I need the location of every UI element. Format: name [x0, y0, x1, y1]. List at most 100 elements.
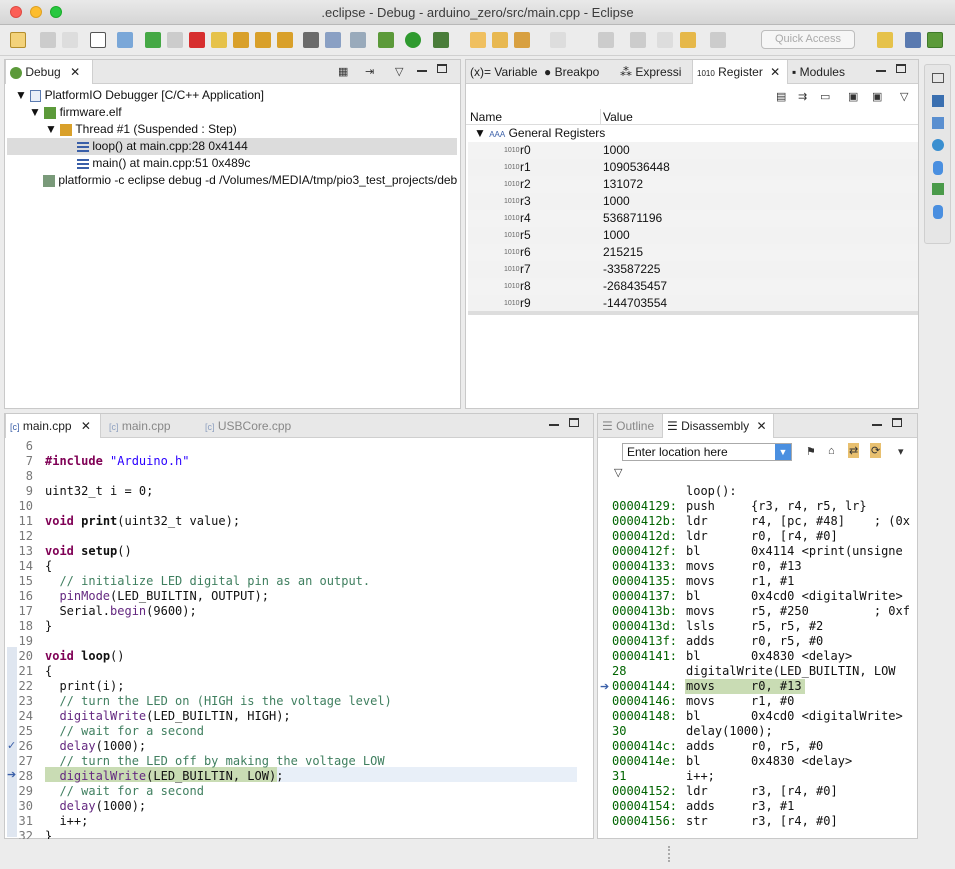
- new-icon[interactable]: [10, 32, 26, 48]
- close-icon[interactable]: ✕: [81, 419, 91, 433]
- tab-expressions[interactable]: ⁂ Expressi: [616, 60, 690, 84]
- minimize-view-button[interactable]: [872, 424, 882, 426]
- sync-icon[interactable]: ⇄: [848, 443, 860, 458]
- remove-terminated-icon[interactable]: ▦: [338, 65, 348, 78]
- use-step-filters-icon[interactable]: [350, 32, 366, 48]
- debug-icon[interactable]: [378, 32, 394, 48]
- register-row[interactable]: 1010 r7 -33587225: [468, 261, 918, 278]
- tree-item-frame-main[interactable]: main() at main.cpp:51 0x489c: [7, 155, 250, 172]
- maximize-view-button[interactable]: [896, 64, 906, 73]
- restore-icon[interactable]: [932, 73, 944, 83]
- register-value[interactable]: 1000: [603, 193, 630, 210]
- tree-item-thread[interactable]: ▼ Thread #1 (Suspended : Step): [45, 121, 237, 138]
- tab-debug[interactable]: Debug ✕: [5, 60, 93, 84]
- tree-item-firmware[interactable]: ▼ firmware.elf: [29, 104, 122, 121]
- register-value[interactable]: 1000: [603, 227, 630, 244]
- maximize-view-button[interactable]: [569, 418, 579, 427]
- tree-item-frame-loop[interactable]: loop() at main.cpp:28 0x4144: [7, 138, 457, 155]
- terminate-icon[interactable]: [189, 32, 205, 48]
- home-icon[interactable]: ⌂: [828, 445, 835, 457]
- close-icon[interactable]: ✕: [756, 419, 766, 433]
- tab-disassembly[interactable]: ☰ Disassembly ✕: [662, 414, 774, 438]
- external-tools-icon[interactable]: [433, 32, 449, 48]
- maximize-view-button[interactable]: [437, 64, 447, 73]
- previous-annotation-icon[interactable]: [630, 32, 646, 48]
- tab-main-cpp[interactable]: [c] main.cpp: [105, 414, 195, 438]
- instruction-step-icon[interactable]: [303, 32, 319, 48]
- refresh-icon[interactable]: ⟳: [870, 443, 882, 458]
- next-annotation-icon[interactable]: [598, 32, 614, 48]
- save-all-icon[interactable]: [62, 32, 78, 48]
- memory-icon[interactable]: [933, 161, 943, 175]
- cpp-perspective-icon[interactable]: [905, 32, 921, 48]
- drop-to-frame-icon[interactable]: [325, 32, 341, 48]
- register-value[interactable]: 215215: [603, 244, 643, 261]
- minimize-view-button[interactable]: [417, 70, 427, 72]
- layout-icon[interactable]: ▭: [820, 90, 830, 103]
- back-icon[interactable]: [680, 32, 696, 48]
- last-edit-icon[interactable]: [657, 32, 673, 48]
- register-value[interactable]: 1090536448: [603, 159, 670, 176]
- register-row[interactable]: 1010 r0 1000: [468, 142, 918, 159]
- run-icon[interactable]: [405, 32, 421, 48]
- add-register-group-icon[interactable]: ⇉: [798, 90, 807, 103]
- binary-icon[interactable]: [90, 32, 106, 48]
- progress-icon[interactable]: [932, 139, 944, 151]
- tree-item-debugger[interactable]: ▼ PlatformIO Debugger [C/C++ Application…: [15, 87, 264, 104]
- disassembly-listing[interactable]: loop(): 00004129: push {r3, r4, r5, lr} 000…: [598, 484, 917, 838]
- register-value[interactable]: 536871196: [603, 210, 662, 227]
- tasks-icon[interactable]: [932, 117, 944, 129]
- view-menu-icon[interactable]: ▽: [395, 65, 403, 78]
- register-row[interactable]: 1010 r9 -144703554: [468, 295, 918, 312]
- column-name[interactable]: Name: [470, 110, 502, 124]
- pin-icon[interactable]: ▣: [872, 90, 882, 103]
- tab-usbcore-cpp[interactable]: [c] USBCore.cpp: [201, 414, 311, 438]
- register-value[interactable]: -33587225: [603, 261, 660, 278]
- register-row[interactable]: 1010 r4 536871196: [468, 210, 918, 227]
- view-menu-icon[interactable]: ▾: [898, 445, 904, 458]
- register-group[interactable]: ▼ AAA General Registers: [474, 125, 605, 142]
- tab-registers[interactable]: 1010 Register ✕: [692, 60, 788, 84]
- register-row[interactable]: 1010 r5 1000: [468, 227, 918, 244]
- register-row[interactable]: 1010 r6 215215: [468, 244, 918, 261]
- register-value[interactable]: -144703554: [603, 295, 667, 312]
- register-value[interactable]: 131072: [603, 176, 643, 193]
- register-value[interactable]: -268435457: [603, 278, 667, 295]
- step-filter-icon[interactable]: ⇥: [365, 65, 374, 78]
- tab-outline[interactable]: ☰ Outline: [598, 414, 662, 438]
- register-row[interactable]: 1010 r8 -268435457: [468, 278, 918, 295]
- save-icon[interactable]: [40, 32, 56, 48]
- status-bar-handle[interactable]: [668, 846, 671, 862]
- new-view-icon[interactable]: ▣: [848, 90, 858, 103]
- open-perspective-icon[interactable]: [877, 32, 893, 48]
- minimize-view-button[interactable]: [549, 424, 559, 426]
- register-value[interactable]: 1000: [603, 142, 630, 159]
- close-icon[interactable]: ✕: [770, 65, 780, 79]
- step-return-icon[interactable]: [277, 32, 293, 48]
- register-row[interactable]: 1010 r3 1000: [468, 193, 918, 210]
- open-type-icon[interactable]: [470, 32, 486, 48]
- location-input[interactable]: Enter location here ▼: [622, 443, 792, 461]
- link-editor-icon[interactable]: ⚑: [806, 445, 816, 458]
- tab-modules[interactable]: ▪ Modules: [788, 60, 868, 84]
- minimize-view-button[interactable]: [876, 70, 886, 72]
- register-row[interactable]: 1010 r1 1090536448: [468, 159, 918, 176]
- step-into-icon[interactable]: [233, 32, 249, 48]
- annotation-icon[interactable]: [550, 32, 566, 48]
- console-icon[interactable]: [932, 95, 944, 107]
- code-editor[interactable]: 6 7 #include "Arduino.h" 8 9 uint32_t i = 0; 1…: [5, 439, 591, 839]
- resume-icon[interactable]: [145, 32, 161, 48]
- memory-browser-icon[interactable]: [933, 205, 943, 219]
- executables-icon[interactable]: [932, 183, 944, 195]
- tab-breakpoints[interactable]: ● Breakpo: [540, 60, 614, 84]
- view-menu-icon[interactable]: ▽: [900, 90, 908, 103]
- chevron-down-icon[interactable]: ▼: [775, 444, 791, 460]
- suspend-icon[interactable]: [167, 32, 183, 48]
- step-over-icon[interactable]: [255, 32, 271, 48]
- forward-icon[interactable]: [710, 32, 726, 48]
- view-menu-dropdown-icon[interactable]: ▽: [614, 466, 622, 479]
- tab-main-cpp-active[interactable]: [c] main.cpp ✕: [5, 414, 101, 438]
- collapse-all-icon[interactable]: ▤: [776, 90, 786, 103]
- maximize-view-button[interactable]: [892, 418, 902, 427]
- open-folder-icon[interactable]: [492, 32, 508, 48]
